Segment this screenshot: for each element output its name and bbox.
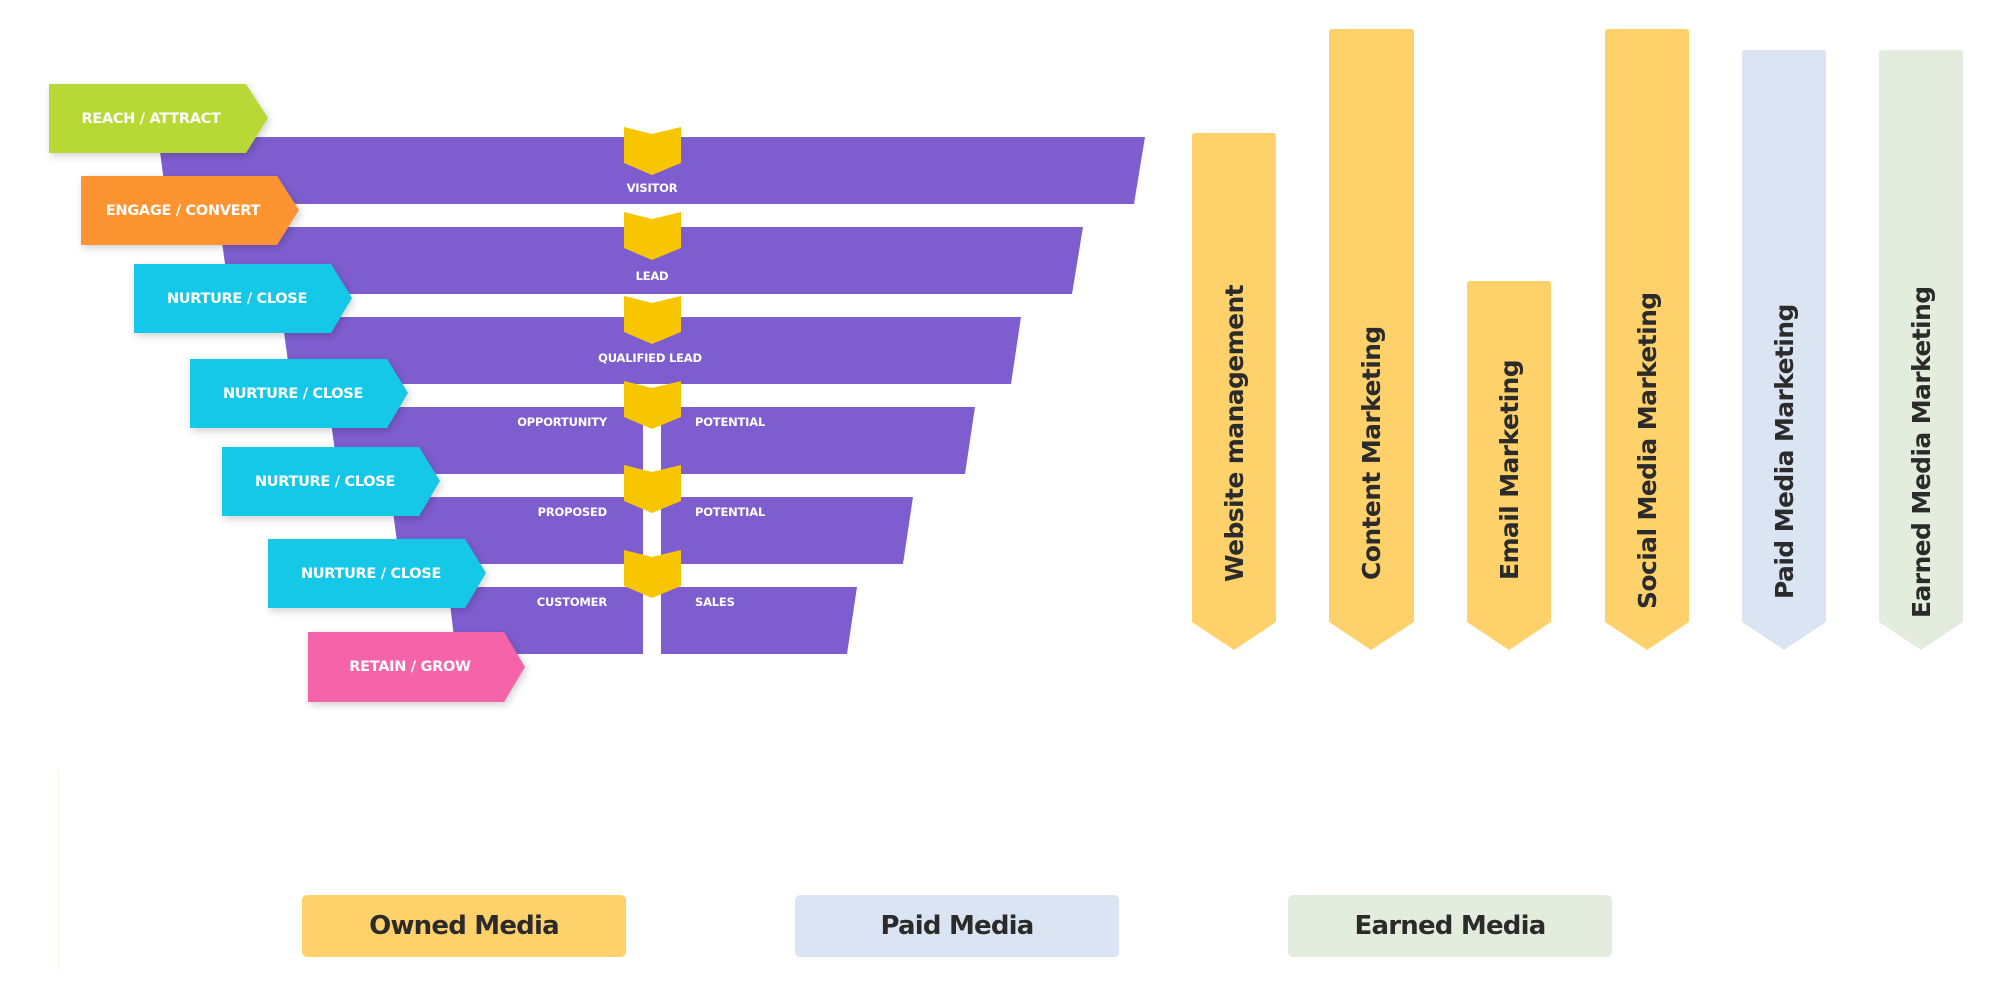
diagram-canvas: VISITOR LEAD QUALIFIED LEAD OPPORTUNITY …	[49, 29, 1963, 702]
channel-bars: Website management Content Marketing Ema…	[1192, 29, 1963, 650]
funnel-stage-sales-right	[661, 587, 857, 654]
stage-label-qualified-lead: QUALIFIED LEAD	[598, 351, 702, 365]
phase-tag-nurture-close: NURTURE / CLOSE	[222, 447, 440, 516]
legend-label: Owned Media	[369, 911, 560, 941]
channel-website-management: Website management	[1192, 133, 1276, 650]
phase-tag-retain-grow: RETAIN / GROW	[308, 632, 525, 702]
channel-email-marketing: Email Marketing	[1467, 281, 1551, 650]
tag-label: NURTURE / CLOSE	[167, 291, 307, 307]
channel-label: Email Marketing	[1495, 360, 1524, 580]
phase-tag-nurture-close: NURTURE / CLOSE	[190, 359, 408, 428]
legend-earned-media: Earned Media	[1288, 895, 1612, 957]
stage-label-visitor: VISITOR	[627, 181, 678, 195]
channel-label: Paid Media Marketing	[1770, 304, 1799, 599]
legend-paid-media: Paid Media	[795, 895, 1119, 957]
phase-tag-engage-convert: ENGAGE / CONVERT	[81, 176, 299, 245]
stage-label-sales: SALES	[695, 595, 735, 609]
channel-label: Earned Media Marketing	[1907, 286, 1936, 618]
channel-earned-media-marketing: Earned Media Marketing	[1879, 50, 1963, 650]
tag-label: REACH / ATTRACT	[81, 111, 221, 127]
legend-label: Earned Media	[1354, 911, 1547, 941]
channel-content-marketing: Content Marketing	[1329, 29, 1414, 650]
stage-label-potential: POTENTIAL	[695, 415, 766, 429]
stage-label-lead: LEAD	[636, 269, 669, 283]
marketing-funnel-diagram: VISITOR LEAD QUALIFIED LEAD OPPORTUNITY …	[0, 0, 1999, 988]
phase-tag-nurture-close: NURTURE / CLOSE	[134, 264, 352, 333]
phase-tag-nurture-close: NURTURE / CLOSE	[268, 539, 486, 608]
channel-social-media-marketing: Social Media Marketing	[1605, 29, 1689, 650]
tag-label: NURTURE / CLOSE	[255, 474, 395, 490]
stage-label-potential: POTENTIAL	[695, 505, 766, 519]
channel-label: Content Marketing	[1357, 326, 1386, 580]
tag-label: ENGAGE / CONVERT	[106, 203, 261, 219]
tag-label: NURTURE / CLOSE	[223, 386, 363, 402]
stage-label-customer: CUSTOMER	[537, 595, 608, 609]
tag-label: RETAIN / GROW	[349, 659, 471, 675]
legend-label: Paid Media	[880, 911, 1034, 941]
channel-label: Website management	[1220, 284, 1249, 582]
tag-label: NURTURE / CLOSE	[301, 566, 441, 582]
divider-line	[58, 771, 59, 971]
channel-paid-media-marketing: Paid Media Marketing	[1742, 50, 1826, 650]
channel-label: Social Media Marketing	[1633, 292, 1662, 609]
phase-tag-reach-attract: REACH / ATTRACT	[49, 84, 268, 153]
stage-label-opportunity: OPPORTUNITY	[517, 415, 608, 429]
legend-owned-media: Owned Media	[302, 895, 626, 957]
stage-label-proposed: PROPOSED	[538, 505, 607, 519]
